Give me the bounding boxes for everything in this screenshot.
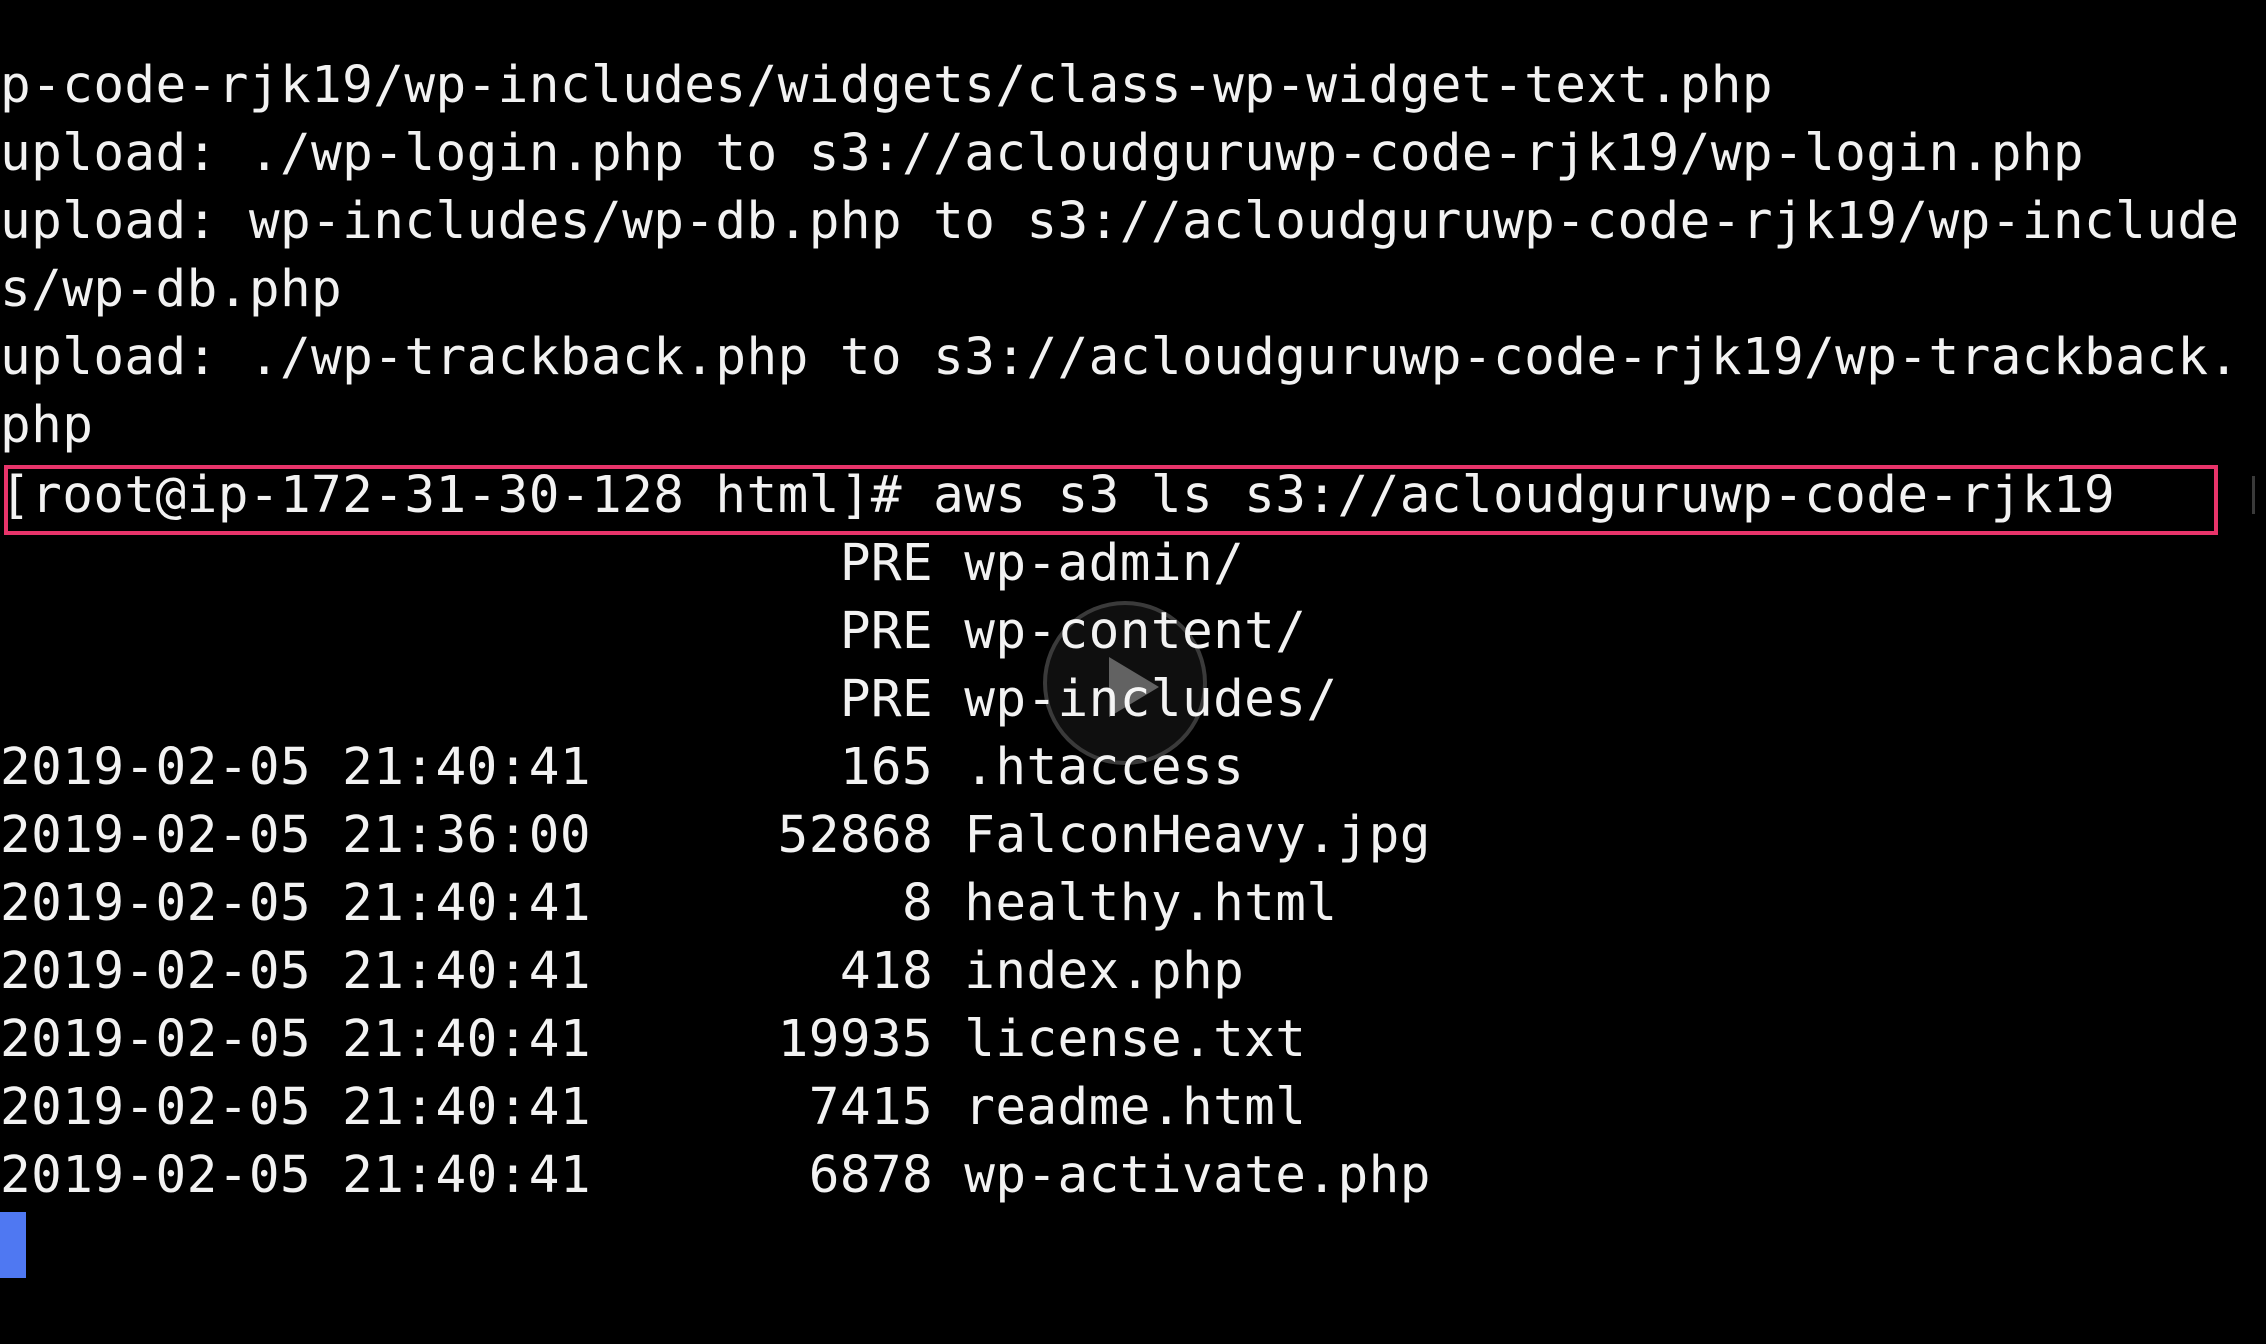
output-line-upload-wp-trackback: upload: ./wp-trackback.php to s3://aclou… [0,328,2240,387]
listing-row-license: 2019-02-05 21:40:41 19935 license.txt [0,1010,1307,1069]
listing-row-readme: 2019-02-05 21:40:41 7415 readme.html [0,1078,1307,1137]
listing-row-wp-activate: 2019-02-05 21:40:41 6878 wp-activate.php [0,1146,1431,1205]
output-line-upload-wp-trackback-wrap: php [0,396,94,455]
output-line-widget-text: p-code-rjk19/wp-includes/widgets/class-w… [0,56,1773,115]
output-line-upload-wp-login: upload: ./wp-login.php to s3://acloudgur… [0,124,2085,183]
listing-row-falconheavy: 2019-02-05 21:36:00 52868 FalconHeavy.jp… [0,806,1431,865]
play-icon [1109,657,1159,717]
terminal-window[interactable]: p-code-rjk19/wp-includes/widgets/class-w… [0,0,2266,1344]
output-line-upload-wp-db: upload: wp-includes/wp-db.php to s3://ac… [0,192,2240,251]
listing-row-index: 2019-02-05 21:40:41 418 index.php [0,942,1245,1001]
listing-row-prefix-wp-admin: PRE wp-admin/ [0,534,1245,593]
scroll-edge-mark [2252,476,2255,514]
command-highlight-box [4,465,2218,535]
listing-row-healthy: 2019-02-05 21:40:41 8 healthy.html [0,874,1338,933]
listing-row-htaccess: 2019-02-05 21:40:41 165 .htaccess [0,738,1245,797]
play-overlay-button[interactable] [1043,601,1207,765]
terminal-cursor [0,1212,26,1278]
output-line-upload-wp-db-wrap: s/wp-db.php [0,260,343,319]
